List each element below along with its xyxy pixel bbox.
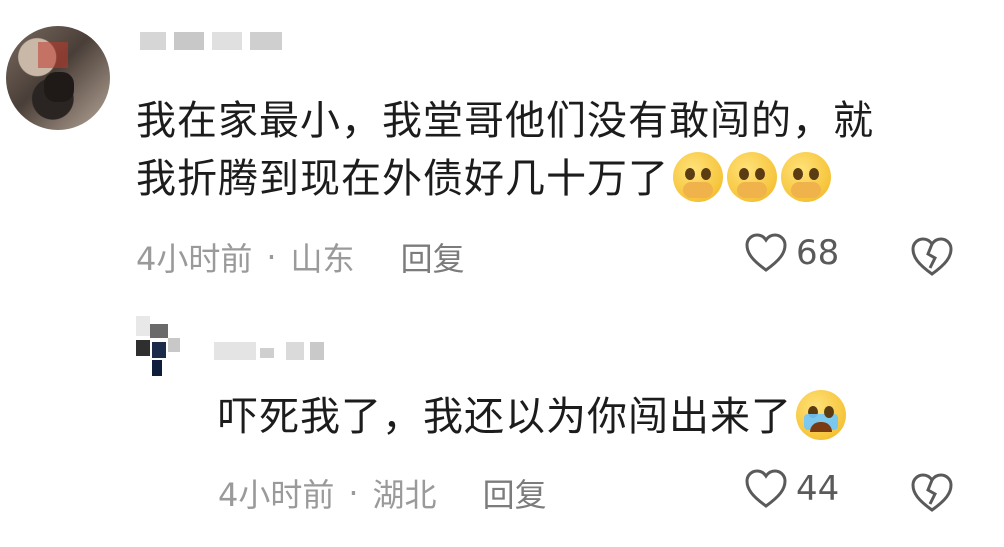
dislike-icon[interactable]: [910, 472, 954, 514]
heart-icon: [745, 233, 787, 272]
comment-text-fragment: 吓死我了，我还以为你闯出来了: [218, 394, 792, 440]
like-count: 44: [796, 469, 840, 509]
like-button[interactable]: 44: [744, 468, 839, 510]
heart-icon: [745, 469, 787, 508]
like-button[interactable]: 68: [744, 232, 839, 274]
location: 山东: [290, 240, 355, 278]
like-count: 68: [796, 233, 840, 273]
timestamp: 4小时前: [136, 240, 253, 278]
comment-meta: 4小时前 · 湖北 回复: [218, 470, 547, 516]
separator-dot: ·: [266, 238, 277, 276]
username-pixelated[interactable]: [214, 342, 334, 364]
crying-face-icon: [796, 390, 846, 440]
username-pixelated[interactable]: [140, 32, 300, 54]
reply-button[interactable]: 回复: [483, 470, 547, 516]
avatar-pixelation: [44, 72, 74, 102]
avatar-pixelation: [38, 42, 68, 68]
location: 湖北: [372, 476, 437, 514]
comment-text-fragment: 我折腾到现在外债好几十万了: [136, 156, 669, 202]
reply-button[interactable]: 回复: [401, 234, 465, 280]
dislike-icon[interactable]: [910, 236, 954, 278]
pleading-face-icon: [781, 152, 831, 202]
comment-text-line: 我在家最小，我堂哥他们没有敢闯的，就: [136, 98, 874, 144]
pleading-face-icon: [673, 152, 723, 202]
comment-text-line: 我折腾到现在外债好几十万了: [136, 150, 874, 208]
timestamp: 4小时前: [218, 476, 335, 514]
avatar[interactable]: [6, 26, 110, 130]
separator-dot: ·: [348, 474, 359, 512]
pleading-face-icon: [727, 152, 777, 202]
comment-text: 吓死我了，我还以为你闯出来了: [218, 388, 846, 446]
avatar[interactable]: [136, 316, 182, 376]
comment-meta: 4小时前 · 山东 回复: [136, 234, 465, 280]
comment-text: 我在家最小，我堂哥他们没有敢闯的，就 我折腾到现在外债好几十万了: [136, 92, 874, 208]
